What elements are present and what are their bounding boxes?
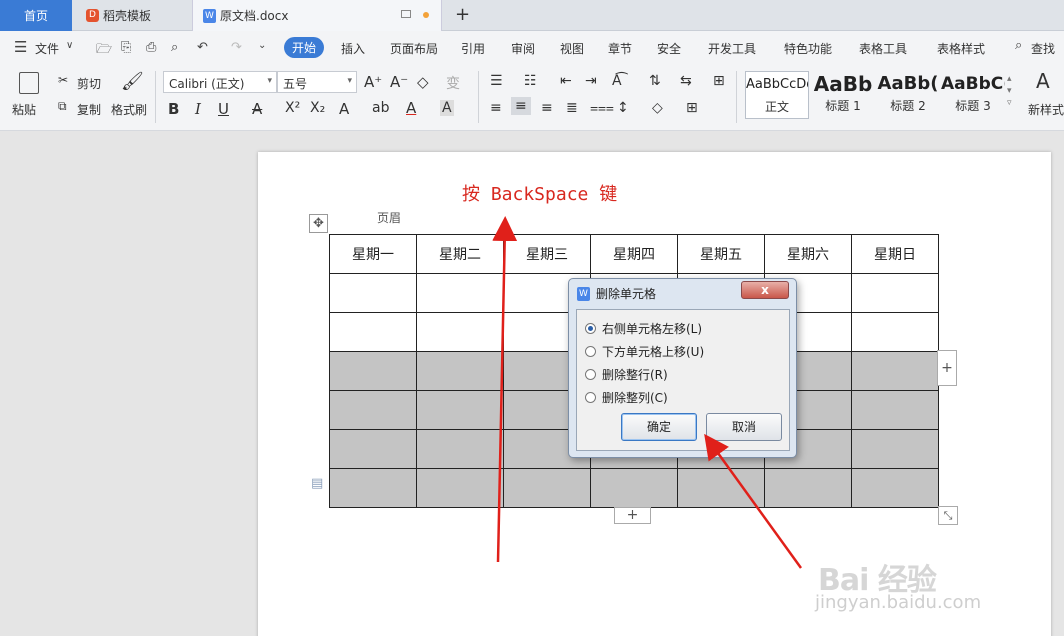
annotation-arrows — [492, 216, 803, 569]
watermark-url: jingyan.baidu.com — [815, 592, 982, 613]
arrow-to-ok-button — [704, 433, 803, 569]
arrow-to-annotation — [492, 216, 518, 563]
